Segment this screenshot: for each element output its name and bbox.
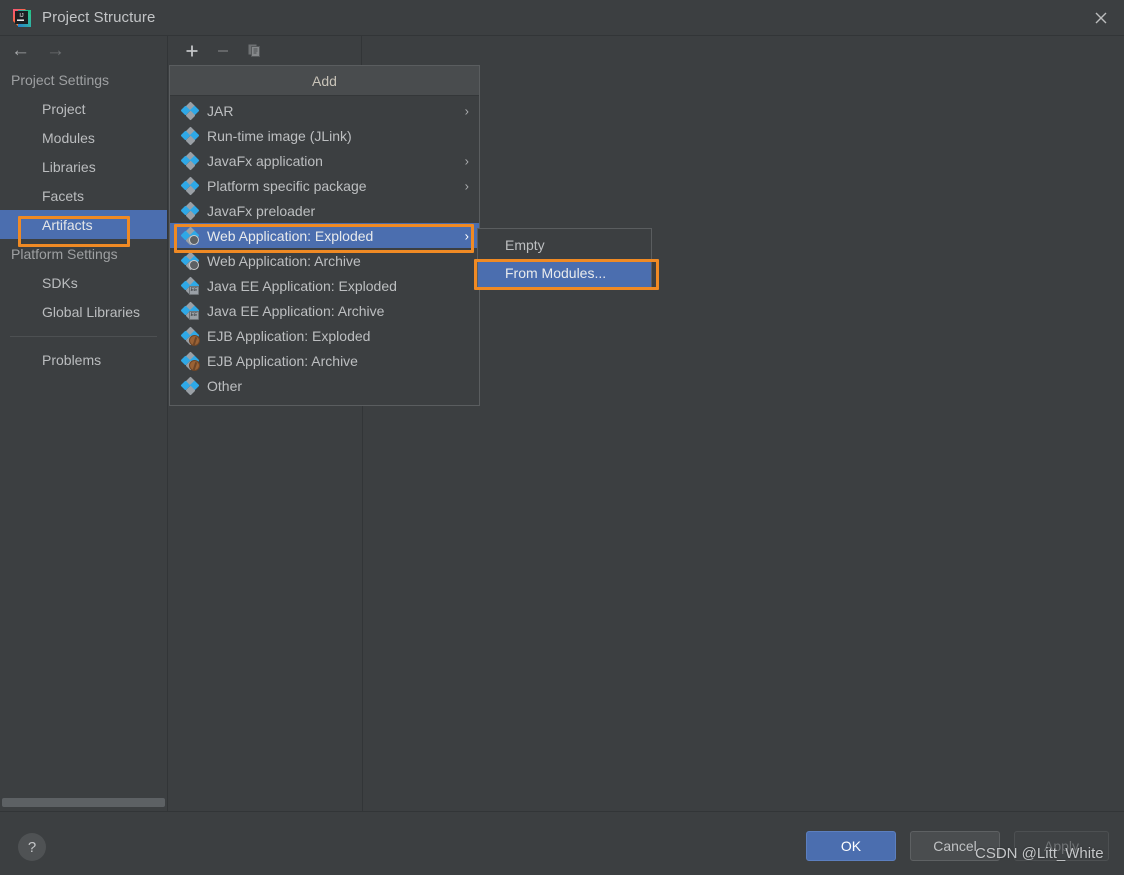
menu-item-web-application-exploded[interactable]: Web Application: Exploded › — [170, 223, 479, 248]
ejb-artifact-icon — [180, 351, 200, 371]
menu-item-javafx-application[interactable]: JavaFx application › — [170, 148, 479, 173]
sidebar-item-global-libraries[interactable]: Global Libraries — [0, 297, 167, 326]
menu-item-label: Web Application: Exploded — [207, 227, 374, 244]
web-artifact-icon — [180, 251, 200, 270]
sidebar-group-platform-settings: Platform Settings — [11, 245, 118, 262]
chevron-right-icon: › — [464, 178, 469, 193]
title-bar: IJ Project Structure — [0, 0, 1124, 36]
chevron-right-icon: › — [464, 228, 469, 243]
settings-sidebar: Project Settings Project Modules Librari… — [0, 65, 168, 811]
sidebar-item-facets[interactable]: Facets — [0, 181, 167, 210]
submenu-item-empty[interactable]: Empty — [478, 231, 651, 259]
artifact-diamond-icon — [180, 126, 200, 145]
submenu-item-label: From Modules... — [505, 265, 607, 281]
menu-item-label: Platform specific package — [207, 177, 367, 194]
watermark-text: CSDN @Litt_White — [975, 845, 1104, 862]
menu-item-label: Other — [207, 377, 243, 394]
ok-button[interactable]: OK — [806, 831, 896, 861]
menu-item-label: JAR — [207, 102, 234, 119]
close-icon[interactable] — [1078, 0, 1124, 36]
menu-item-runtime-image-jlink[interactable]: Run-time image (JLink) — [170, 123, 479, 148]
sidebar-item-problems[interactable]: Problems — [0, 345, 167, 374]
intellij-idea-logo-icon: IJ — [12, 8, 32, 28]
artifact-diamond-icon — [180, 376, 200, 395]
add-icon[interactable] — [185, 44, 199, 58]
ejb-artifact-icon — [180, 326, 200, 346]
svg-text:IJ: IJ — [19, 13, 24, 19]
copy-icon — [247, 43, 262, 58]
toolbar-row: ← → — [0, 36, 1124, 65]
project-structure-dialog: IJ Project Structure ← → Project Setting… — [0, 0, 1124, 875]
navigation-zone: ← → — [0, 36, 168, 65]
web-artifact-icon — [180, 226, 200, 245]
menu-item-label: Java EE Application: Exploded — [207, 277, 397, 294]
popup-item-list: JAR › Run-time image (JLink) JavaFx appl… — [170, 96, 479, 398]
sidebar-item-project[interactable]: Project — [0, 94, 167, 123]
menu-item-web-application-archive[interactable]: Web Application: Archive — [170, 248, 479, 273]
menu-item-label: EJB Application: Archive — [207, 352, 358, 369]
submenu-item-from-modules[interactable]: From Modules... — [478, 259, 651, 287]
sidebar-item-libraries[interactable]: Libraries — [0, 152, 167, 181]
menu-item-label: EJB Application: Exploded — [207, 327, 371, 344]
artifact-diamond-icon — [180, 176, 200, 195]
sidebar-item-sdks[interactable]: SDKs — [0, 268, 167, 297]
chevron-right-icon: › — [464, 153, 469, 168]
menu-item-javaee-application-exploded[interactable]: EE Java EE Application: Exploded — [170, 273, 479, 298]
chevron-right-icon: › — [464, 103, 469, 118]
back-arrow-icon[interactable]: ← — [11, 41, 30, 60]
javaee-artifact-icon: EE — [180, 301, 200, 320]
artifacts-toolbar — [169, 36, 362, 65]
artifact-diamond-icon — [180, 101, 200, 120]
menu-item-ejb-application-archive[interactable]: EJB Application: Archive — [170, 348, 479, 373]
menu-item-javaee-application-archive[interactable]: EE Java EE Application: Archive — [170, 298, 479, 323]
menu-item-label: JavaFx preloader — [207, 202, 316, 219]
menu-item-ejb-application-exploded[interactable]: EJB Application: Exploded — [170, 323, 479, 348]
forward-arrow-icon[interactable]: → — [46, 41, 65, 60]
help-button[interactable]: ? — [18, 833, 46, 861]
artifact-diamond-icon — [180, 151, 200, 170]
artifact-diamond-icon — [180, 201, 200, 220]
menu-item-label: Java EE Application: Archive — [207, 302, 385, 319]
web-application-exploded-submenu: Empty From Modules... — [477, 228, 652, 288]
sidebar-item-artifacts[interactable]: Artifacts — [0, 210, 167, 239]
remove-icon — [216, 44, 230, 58]
add-artifact-popup: Add JAR › Run-time image (JLink) JavaFx … — [169, 65, 480, 406]
javaee-artifact-icon: EE — [180, 276, 200, 295]
sidebar-group-project-settings: Project Settings — [11, 71, 110, 88]
menu-item-jar[interactable]: JAR › — [170, 98, 479, 123]
menu-item-javafx-preloader[interactable]: JavaFx preloader — [170, 198, 479, 223]
menu-item-label: Web Application: Archive — [207, 252, 361, 269]
menu-item-label: Run-time image (JLink) — [207, 127, 352, 144]
sidebar-item-modules[interactable]: Modules — [0, 123, 167, 152]
window-title: Project Structure — [42, 9, 156, 26]
menu-item-label: JavaFx application — [207, 152, 323, 169]
sidebar-horizontal-scrollbar[interactable] — [2, 798, 165, 807]
menu-item-platform-specific-package[interactable]: Platform specific package › — [170, 173, 479, 198]
submenu-item-label: Empty — [505, 237, 545, 253]
popup-title: Add — [170, 66, 479, 96]
sidebar-divider — [10, 336, 157, 337]
menu-item-other[interactable]: Other — [170, 373, 479, 398]
